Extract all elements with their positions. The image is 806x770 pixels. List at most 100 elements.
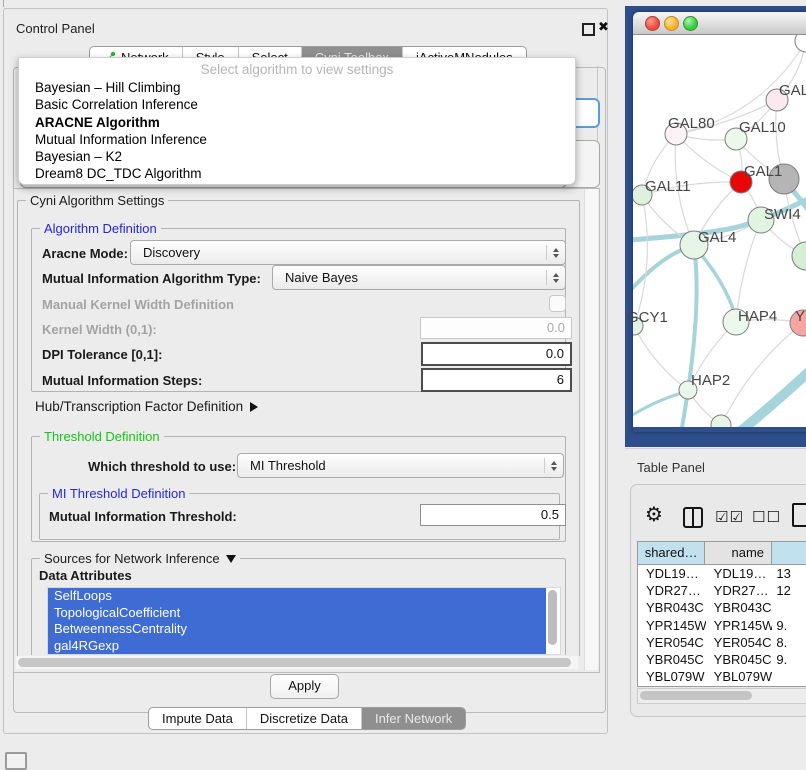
table-body: YDL19…YDL19…13YDR27…YDR27…12YBR043CYBR04… <box>638 565 806 687</box>
algorithm-item-bayesian-k2[interactable]: Bayesian – K2 <box>19 148 575 165</box>
network-edge[interactable] <box>736 220 761 322</box>
table-cell <box>772 599 806 616</box>
dpi-tolerance-label: DPI Tolerance [0,1]: <box>42 347 162 362</box>
float-panel-icon[interactable] <box>582 23 595 36</box>
hub-definition-expander[interactable]: Hub/Transcription Factor Definition <box>35 399 258 414</box>
table-row[interactable]: YBR043CYBR043C <box>638 599 806 616</box>
table-row[interactable]: YBL079WYBL079W <box>638 668 806 685</box>
network-edge-thick[interactable] <box>633 391 689 425</box>
network-edge[interactable] <box>634 195 647 326</box>
table-cell: YPR145W <box>706 617 773 634</box>
algorithm-item-basic-correlation-inference[interactable]: Basic Correlation Inference <box>19 96 575 113</box>
kernel-width-field[interactable]: 0.0 <box>420 317 572 339</box>
mi-algorithm-type-select[interactable]: Naive Bayes <box>272 265 566 290</box>
attributes-scrollbar-thumb[interactable] <box>548 590 557 645</box>
table-cell: YDL19… <box>638 565 706 582</box>
which-threshold-select[interactable]: MI Threshold <box>237 453 564 478</box>
attribute-item-topologicalcoefficient[interactable]: TopologicalCoefficient <box>48 605 546 622</box>
node-label-gal80: GAL80 <box>668 115 715 132</box>
table-row[interactable]: YBR045CYBR045C9. <box>638 651 806 668</box>
data-attributes-list: SelfLoopsTopologicalCoefficientBetweenne… <box>47 587 561 655</box>
algorithm-definition-title: Algorithm Definition <box>40 221 161 236</box>
table-header-row: shared…name <box>638 542 806 565</box>
table-row[interactable]: YLR345WYLR345W9. <box>638 685 806 687</box>
algorithm-dropdown-prompt: Select algorithm to view settings <box>19 58 575 79</box>
algorithm-item-bayesian-hill-climbing[interactable]: Bayesian – Hill Climbing <box>19 79 575 96</box>
columns-icon[interactable] <box>683 507 703 528</box>
threshold-definition-title: Threshold Definition <box>40 429 164 444</box>
table-cell: 8. <box>772 634 806 651</box>
table-panel: ⚙ ☑☑ ☐☐ shared…name YDL19…YDL19…13YDR27…… <box>630 484 806 717</box>
tab-infer-network[interactable]: Infer Network <box>361 708 465 729</box>
network-edge[interactable] <box>634 326 688 390</box>
select-all-icon[interactable]: ☑☑ <box>715 508 744 526</box>
node-label-gal10: GAL10 <box>739 119 786 136</box>
settings-horizontal-scrollbar[interactable] <box>16 656 578 669</box>
which-threshold-label: Which threshold to use: <box>88 459 236 474</box>
network-edge-thick[interactable] <box>736 369 806 427</box>
algorithm-item-mutual-information-inference[interactable]: Mutual Information Inference <box>19 131 575 148</box>
algorithm-item-dream8-dc-tdc-algorithm[interactable]: Dream8 DC_TDC Algorithm <box>19 165 575 182</box>
aracne-mode-label: Aracne Mode: <box>42 246 128 261</box>
network-node[interactable] <box>792 242 806 270</box>
node-label-gal4: GAL4 <box>698 229 736 246</box>
attributes-scrollbar[interactable] <box>546 588 559 654</box>
table-cell: YPR145W <box>638 617 706 634</box>
window-edge-tick <box>3 0 4 7</box>
close-panel-icon[interactable] <box>598 19 609 35</box>
table-cell: YBR045C <box>706 651 773 668</box>
minimized-panel-chip[interactable] <box>5 752 27 770</box>
table-cell <box>772 668 806 685</box>
aracne-mode-select[interactable]: Discovery <box>130 240 566 265</box>
tab-impute-data[interactable]: Impute Data <box>149 708 246 729</box>
sources-group-title: Sources for Network Inference <box>40 551 240 566</box>
network-node[interactable] <box>711 415 731 427</box>
table-row[interactable]: YPR145WYPR145W9. <box>638 617 806 634</box>
zoom-window-icon[interactable] <box>683 16 698 31</box>
mi-steps-field[interactable]: 6 <box>421 368 572 392</box>
network-node[interactable] <box>795 35 806 52</box>
attribute-item-selfloops[interactable]: SelfLoops <box>48 588 546 605</box>
spinner-arrows-icon <box>546 270 565 285</box>
table-cell: YDR27… <box>706 582 773 599</box>
mi-threshold-field[interactable]: 0.5 <box>420 504 566 526</box>
column-header-hidden[interactable] <box>772 542 806 564</box>
attribute-item-betweennesscentrality[interactable]: BetweennessCentrality <box>48 621 546 638</box>
tab-discretize-data[interactable]: Discretize Data <box>246 708 361 729</box>
settings-vertical-scrollbar[interactable] <box>584 189 598 670</box>
table-row[interactable]: YDR27…YDR27…12 <box>638 582 806 599</box>
sources-title-text: Sources for Network Inference <box>44 551 220 566</box>
dpi-tolerance-field[interactable]: 0.0 <box>421 342 572 366</box>
algorithm-item-aracne-algorithm[interactable]: ARACNE Algorithm <box>19 114 575 131</box>
gear-icon[interactable]: ⚙ <box>645 505 663 525</box>
network-window-titlebar[interactable] <box>633 12 806 35</box>
close-window-icon[interactable] <box>645 16 660 31</box>
tab-label: Impute Data <box>162 708 233 729</box>
network-canvas[interactable]: GALGAL80GAL10GAL1GAL11SWI4GAL4GCY1HAP4YH… <box>633 35 806 427</box>
algorithm-dropdown-popup: Select algorithm to view settings Bayesi… <box>18 57 576 185</box>
table-row[interactable]: YER054CYER054C8. <box>638 634 806 651</box>
table-cell: YBL079W <box>638 668 706 685</box>
mi-threshold-label: Mutual Information Threshold: <box>49 509 237 524</box>
table-row[interactable]: YDL19…YDL19…13 <box>638 565 806 582</box>
node-label-gal11: GAL11 <box>645 178 691 195</box>
tab-label: Discretize Data <box>260 708 348 729</box>
column-header-shared-[interactable]: shared… <box>638 542 705 564</box>
table-cell: 9. <box>772 617 806 634</box>
table-cell: YDL19… <box>706 565 773 582</box>
manual-kernel-width-checkbox[interactable] <box>549 295 566 312</box>
file-icon[interactable] <box>792 503 806 527</box>
minimize-window-icon[interactable] <box>664 16 679 31</box>
mi-steps-label: Mutual Information Steps: <box>42 373 202 388</box>
column-header-name[interactable]: name <box>705 542 772 564</box>
table-horizontal-scrollbar-thumb[interactable] <box>640 691 752 700</box>
node-label-gcy1: GCY1 <box>633 309 668 326</box>
deselect-all-icon[interactable]: ☐☐ <box>752 508 781 526</box>
table-horizontal-scrollbar[interactable] <box>637 688 806 704</box>
hub-definition-label: Hub/Transcription Factor Definition <box>35 399 243 414</box>
table-cell: YER054C <box>706 634 773 651</box>
attribute-item-gal4rgexp[interactable]: gal4RGexp <box>48 638 546 655</box>
table-cell: 9. <box>772 651 806 668</box>
settings-horizontal-scrollbar-thumb[interactable] <box>18 658 571 667</box>
apply-button[interactable]: Apply <box>270 674 339 699</box>
